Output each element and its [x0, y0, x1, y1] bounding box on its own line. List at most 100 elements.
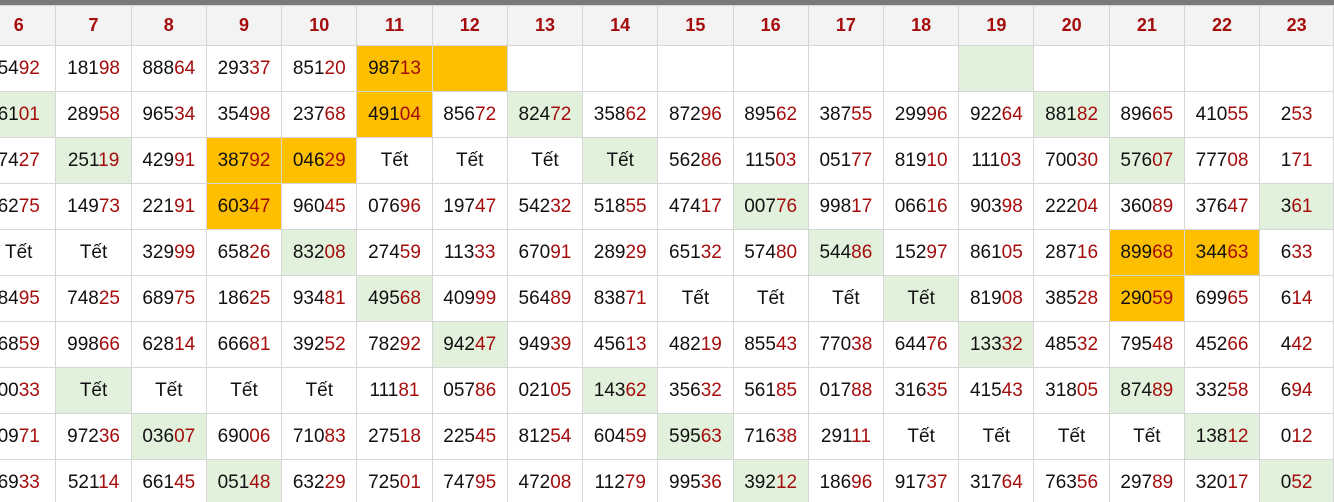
result-cell: 96045 — [281, 183, 358, 230]
result-cell: 81254 — [506, 413, 584, 460]
result-cell: 60347 — [205, 183, 283, 230]
result-ending: 06 — [249, 425, 271, 447]
result-ending: 04 — [1076, 195, 1099, 217]
result-ending: 11 — [851, 425, 871, 447]
result-ending: 92 — [399, 333, 421, 355]
result-ending: 45 — [174, 471, 196, 493]
result-prefix: 710 — [292, 425, 325, 447]
result-ending: 37 — [249, 57, 271, 79]
result-ending: 91 — [174, 149, 196, 171]
result-prefix: 410 — [1195, 103, 1228, 125]
result-prefix: 1 — [1280, 149, 1292, 171]
result-prefix: 795 — [1120, 333, 1153, 355]
result-cell: Tết — [883, 275, 960, 322]
day-header-19: 19 — [958, 5, 1035, 46]
result-prefix: 358 — [593, 103, 626, 125]
result-cell: Tết — [807, 275, 885, 322]
result-prefix: 320 — [1195, 471, 1228, 493]
result-cell: Tết — [582, 137, 659, 184]
result-cell: 72501 — [356, 459, 433, 502]
result-prefix: 289 — [593, 241, 626, 263]
result-ending: 14 — [174, 333, 196, 355]
result-ending: 48 — [1152, 333, 1174, 355]
result-cell: 11103 — [958, 137, 1035, 184]
result-ending: 81 — [398, 379, 420, 401]
result-ending: 01 — [399, 471, 421, 493]
result-cell: 18696 — [807, 459, 885, 502]
result-cell: 29059 — [1108, 275, 1185, 322]
result-prefix: 6 — [1280, 379, 1292, 401]
result-prefix: 838 — [593, 287, 626, 309]
result-ending: 47 — [1227, 195, 1249, 217]
result-prefix: 604 — [593, 425, 626, 447]
result-prefix: 84 — [0, 287, 19, 309]
result-prefix: 6 — [1280, 241, 1292, 263]
result-cell: 81908 — [958, 275, 1035, 322]
result-cell: 05148 — [205, 459, 283, 502]
result-prefix: 861 — [969, 241, 1002, 263]
result-ending: 37 — [926, 471, 948, 493]
result-ending: 43 — [1001, 379, 1023, 401]
result-prefix: 972 — [67, 425, 99, 447]
result-ending: 08 — [1227, 149, 1249, 171]
result-ending: 83 — [324, 425, 346, 447]
result-cell: 71638 — [732, 413, 809, 460]
result-ending: 62 — [625, 103, 647, 125]
result-prefix: 066 — [894, 195, 927, 217]
result-cell: 57607 — [1108, 137, 1185, 184]
result-ending: 92 — [249, 149, 271, 171]
result-cell: 62814 — [130, 321, 207, 368]
result-prefix: 485 — [1045, 333, 1077, 355]
result-ending: 73 — [98, 195, 120, 217]
result-prefix: 274 — [368, 241, 400, 263]
result-cell: 48532 — [1033, 321, 1110, 368]
result-ending: 48 — [249, 471, 271, 493]
result-prefix: 770 — [819, 333, 852, 355]
result-prefix: 812 — [518, 425, 551, 447]
result-prefix: 415 — [969, 379, 1002, 401]
result-prefix: 051 — [819, 149, 852, 171]
result-ending: 38 — [775, 425, 798, 447]
result-ending: 77 — [851, 149, 873, 171]
result-cell: Tết — [0, 229, 57, 276]
result-prefix: 661 — [142, 471, 175, 493]
result-ending: 04 — [399, 103, 421, 125]
day-header-9: 9 — [205, 5, 283, 46]
result-prefix: 111 — [971, 149, 1001, 171]
result-cell: 64476 — [883, 321, 960, 368]
result-ending: 91 — [174, 195, 196, 217]
result-ending: 58 — [1227, 379, 1249, 401]
result-cell: 41055 — [1183, 91, 1261, 138]
result-cell: Tết — [55, 229, 132, 276]
result-cell: 07696 — [356, 183, 433, 230]
result-prefix: 452 — [1195, 333, 1228, 355]
result-cell: 27459 — [356, 229, 433, 276]
result-cell — [883, 45, 960, 92]
result-prefix: 576 — [1120, 149, 1153, 171]
result-cell: 51855 — [582, 183, 659, 230]
result-prefix: 237 — [292, 103, 325, 125]
results-table-container[interactable]: 67891011121314151617181920212223 5492181… — [0, 5, 1334, 502]
result-prefix: 491 — [368, 103, 400, 125]
result-prefix: 74 — [0, 149, 19, 171]
result-cell: 48219 — [657, 321, 734, 368]
result-cell: 89968 — [1108, 229, 1185, 276]
result-prefix: 289 — [67, 103, 99, 125]
result-cell: 13812 — [1183, 413, 1261, 460]
result-ending: 96 — [926, 103, 948, 125]
result-prefix: 651 — [669, 241, 701, 263]
result-cell: 19747 — [431, 183, 508, 230]
result-ending: 89 — [550, 287, 572, 309]
result-prefix: 819 — [969, 287, 1002, 309]
day-header-17: 17 — [807, 5, 885, 46]
result-ending: 61 — [1291, 195, 1313, 217]
result-ending: 20 — [324, 57, 346, 79]
result-cell: 14973 — [55, 183, 132, 230]
result-prefix: 748 — [67, 287, 99, 309]
result-prefix: 409 — [443, 287, 475, 309]
result-prefix: 521 — [67, 471, 99, 493]
result-ending: 89 — [1152, 471, 1174, 493]
result-ending: 12 — [775, 471, 798, 493]
result-prefix: 392 — [744, 471, 776, 493]
result-cell: 71083 — [281, 413, 358, 460]
